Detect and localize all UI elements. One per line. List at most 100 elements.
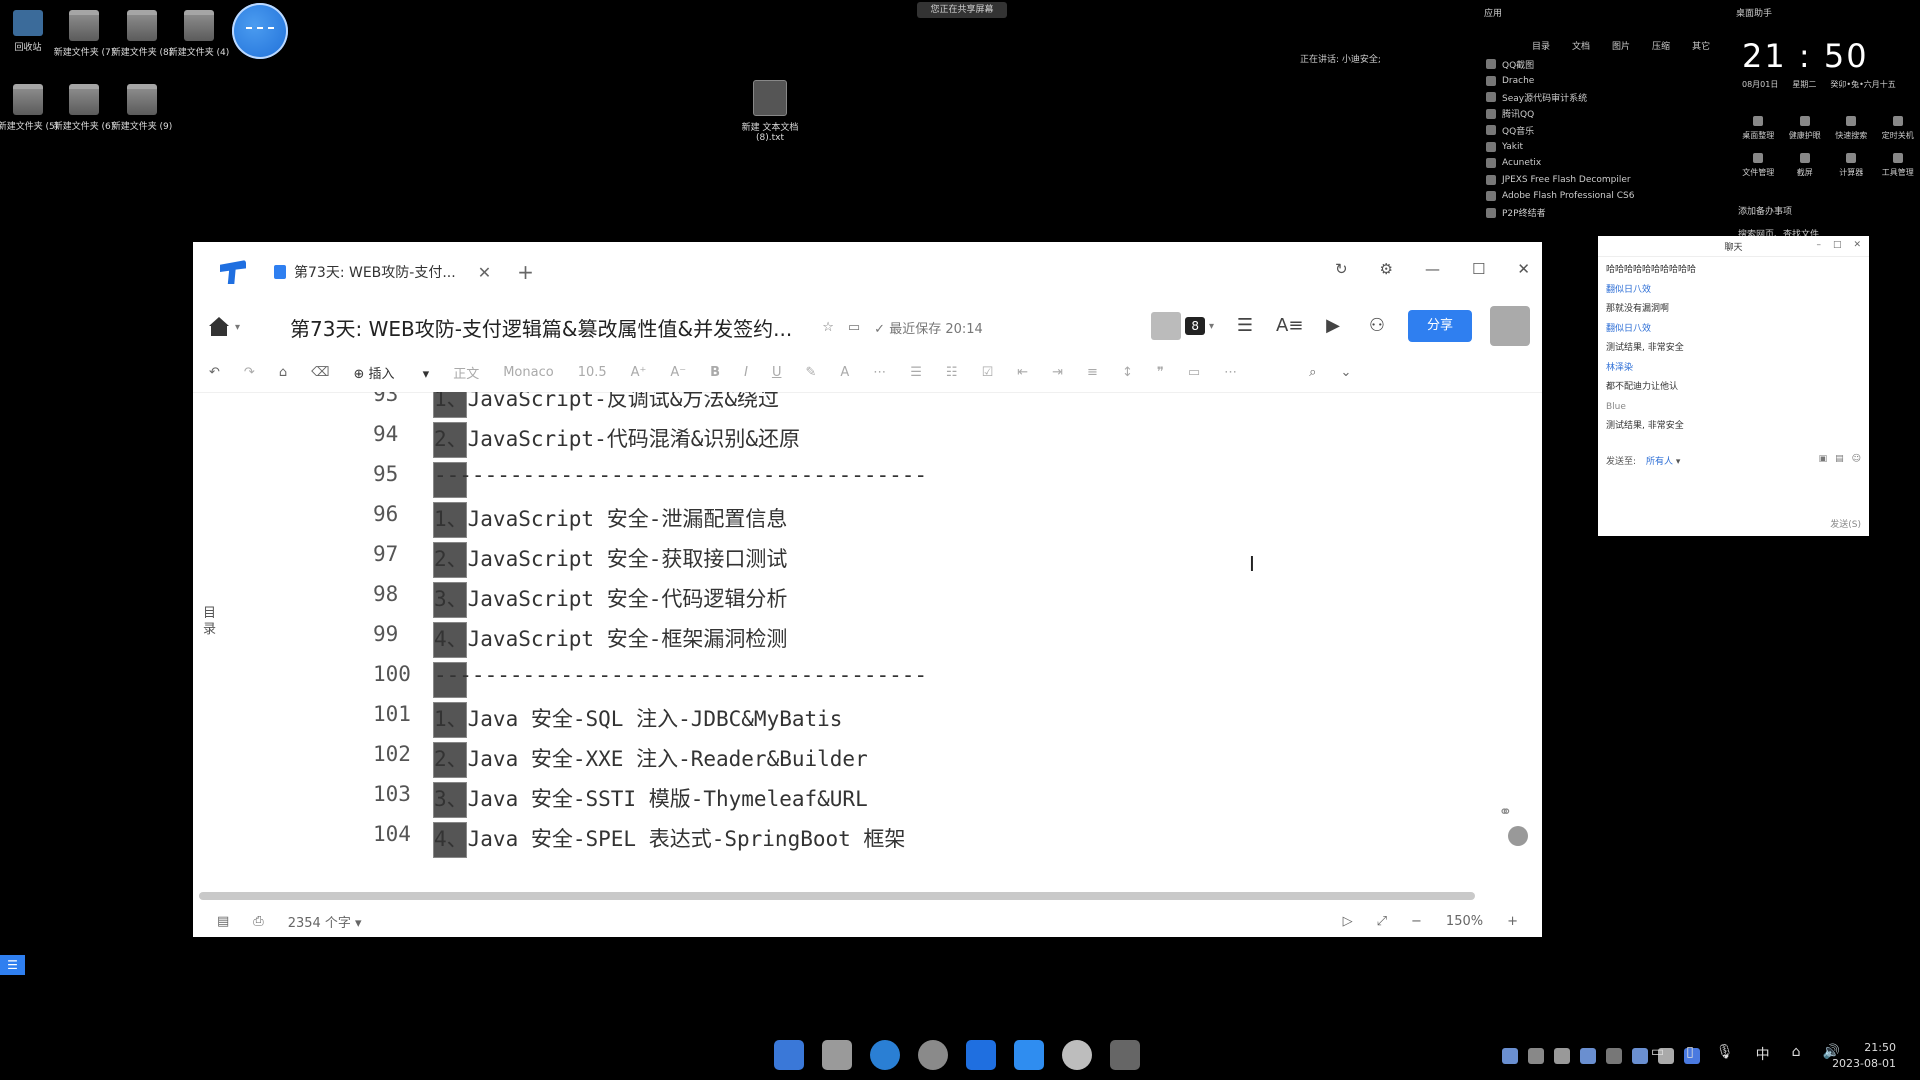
chrome-icon[interactable] [918,1040,948,1070]
horizontal-scrollbar[interactable] [199,892,1475,900]
highlight-icon[interactable]: ✎ [805,365,816,380]
close-tab-icon[interactable]: ✕ [478,263,491,282]
launcher-app[interactable]: Yakit [1484,139,1720,156]
recycle-bin-icon[interactable]: 回收站 [0,10,60,53]
fullscreen-icon[interactable]: ⤢ [1377,914,1387,929]
settings-app-icon[interactable] [1062,1040,1092,1070]
widget-tool[interactable]: 文件管理 [1736,153,1781,178]
clear-format-icon[interactable]: ⌫ [311,365,329,380]
menu-icon[interactable]: ☰ [1232,313,1258,339]
tray-app-icon[interactable] [1502,1048,1518,1064]
underline-icon[interactable]: U [772,365,782,380]
close-icon[interactable]: ✕ [1517,260,1530,278]
numbered-list-icon[interactable]: ☷ [946,365,958,380]
zoom-out-icon[interactable]: − [1411,914,1422,929]
more-icon[interactable]: ⋯ [1224,365,1237,380]
docs-app-icon[interactable] [966,1040,996,1070]
word-count[interactable]: 2354 个字 ▾ [288,912,362,931]
checklist-icon[interactable]: ☑ [982,365,994,380]
close-icon[interactable]: ✕ [1853,240,1861,250]
font-size-select[interactable]: 10.5 [578,365,607,380]
chevron-down-icon[interactable]: ▾ [235,322,240,333]
start-icon[interactable] [774,1040,804,1070]
zoom-level[interactable]: 150% [1446,914,1483,929]
minimize-icon[interactable]: – [1816,240,1821,250]
widget-tool[interactable]: 快速搜索 [1829,116,1874,141]
maximize-icon[interactable]: □ [1833,240,1842,250]
assistant-dot-icon[interactable] [1508,826,1528,846]
screen-share-badge[interactable]: 您正在共享屏幕 [917,2,1007,18]
battery-icon[interactable]: ▯ [1686,1044,1694,1064]
print-layout-icon[interactable]: ⎙ [253,914,263,929]
bold-icon[interactable]: B [710,365,720,380]
launcher-category[interactable]: 文档 [1572,39,1590,52]
redo-icon[interactable]: ↷ [244,365,255,380]
network-icon[interactable]: ⌂ [1792,1044,1801,1064]
file-explorer-icon[interactable] [822,1040,852,1070]
user-icon[interactable]: ☺ [1852,454,1861,464]
send-to-selector[interactable]: 发送至: 所有人 ▾ [1606,454,1680,467]
document-body[interactable]: 93 1、JavaScript-反调试&方法&绕过 94 2、JavaScript-… [193,392,1542,862]
launcher-category[interactable]: 目录 [1532,39,1550,52]
comment-icon[interactable]: ▭ [1188,365,1200,380]
launcher-app[interactable]: P2P终结者 [1484,205,1720,222]
zoom-in-icon[interactable]: + [1507,914,1518,929]
minimize-icon[interactable]: — [1425,260,1440,278]
meeting-app-icon[interactable] [1014,1040,1044,1070]
launcher-category[interactable]: 压缩 [1652,39,1670,52]
bullet-list-icon[interactable]: ☰ [910,365,922,380]
sync-icon[interactable]: ↻ [1335,260,1348,278]
file-icon[interactable]: ▣ [1819,454,1828,464]
launcher-app[interactable]: QQ截图 [1484,56,1720,73]
add-user-icon[interactable]: ⚇ [1364,313,1390,339]
widget-tool[interactable]: 计算器 [1829,153,1874,178]
chevron-down-icon[interactable]: ⌄ [1340,365,1351,380]
font-color-icon[interactable]: A [840,365,849,380]
send-to-value[interactable]: 所有人 [1646,457,1673,467]
launcher-app[interactable]: 腾讯QQ [1484,106,1720,123]
launcher-category[interactable]: 图片 [1612,39,1630,52]
format-painter-icon[interactable]: ⌂ [279,365,287,380]
style-select[interactable]: 正文 [453,363,479,382]
share-button[interactable]: 分享 [1408,310,1472,342]
outline-icon[interactable]: ▤ [217,914,229,929]
widget-tool[interactable]: 工具管理 [1876,153,1920,178]
undo-icon[interactable]: ↶ [209,365,220,380]
desktop-folder-icon[interactable]: 新建文件夹 (6) [52,84,116,132]
desktop-folder-icon[interactable]: 新建文件夹 (9) [110,84,174,132]
font-select[interactable]: Monaco [503,365,553,380]
microphone-icon[interactable]: 🎙 [1716,1044,1734,1064]
text-format-icon[interactable]: A≡ [1276,313,1303,339]
line-spacing-icon[interactable]: ↕ [1122,365,1133,380]
more-icon[interactable]: ⋯ [873,365,886,380]
tray-app-icon[interactable] [1554,1048,1570,1064]
launcher-category[interactable]: 其它 [1692,39,1710,52]
desktop-icon[interactable]: ▭ [1651,1044,1664,1064]
font-increase-icon[interactable]: A⁺ [631,365,647,380]
shirt-icon[interactable]: ⚭ [1499,802,1512,821]
launcher-app[interactable]: Drache [1484,73,1720,90]
launcher-app[interactable]: Acunetix [1484,155,1720,172]
desktop-folder-icon[interactable]: 新建文件夹 (7) [52,10,116,58]
new-tab-button[interactable]: + [517,260,534,284]
send-button[interactable]: 发送(S) [1830,517,1861,530]
align-icon[interactable]: ≡ [1087,365,1098,380]
insert-menu[interactable]: ⊕ 插入 ▾ [353,363,429,382]
tray-app-icon[interactable] [1632,1048,1648,1064]
outdent-icon[interactable]: ⇤ [1017,365,1028,380]
star-icon[interactable]: ☆ [822,320,834,335]
shield-icon[interactable] [1580,1048,1596,1064]
side-toggle-icon[interactable]: ☰ [0,955,25,975]
play-icon[interactable]: ▷ [1343,914,1353,929]
document-title[interactable]: 第73天: WEB攻防-支付逻辑篇&篡改属性值&并发签约... [290,313,792,342]
tray-app-icon[interactable] [1528,1048,1544,1064]
edge-icon[interactable] [870,1040,900,1070]
font-decrease-icon[interactable]: A⁻ [670,365,686,380]
indent-icon[interactable]: ⇥ [1052,365,1063,380]
desktop-folder-icon[interactable]: 新建文件夹 (5) [0,84,60,132]
desktop-folder-icon[interactable]: 新建文件夹 (4) [167,10,231,58]
present-icon[interactable]: ▶ [1320,313,1346,339]
search-icon[interactable]: ⌕ [1309,365,1316,380]
tab-document[interactable]: 第73天: WEB攻防-支付... ✕ [274,262,491,282]
toc-toggle[interactable]: 目录 [203,606,217,638]
